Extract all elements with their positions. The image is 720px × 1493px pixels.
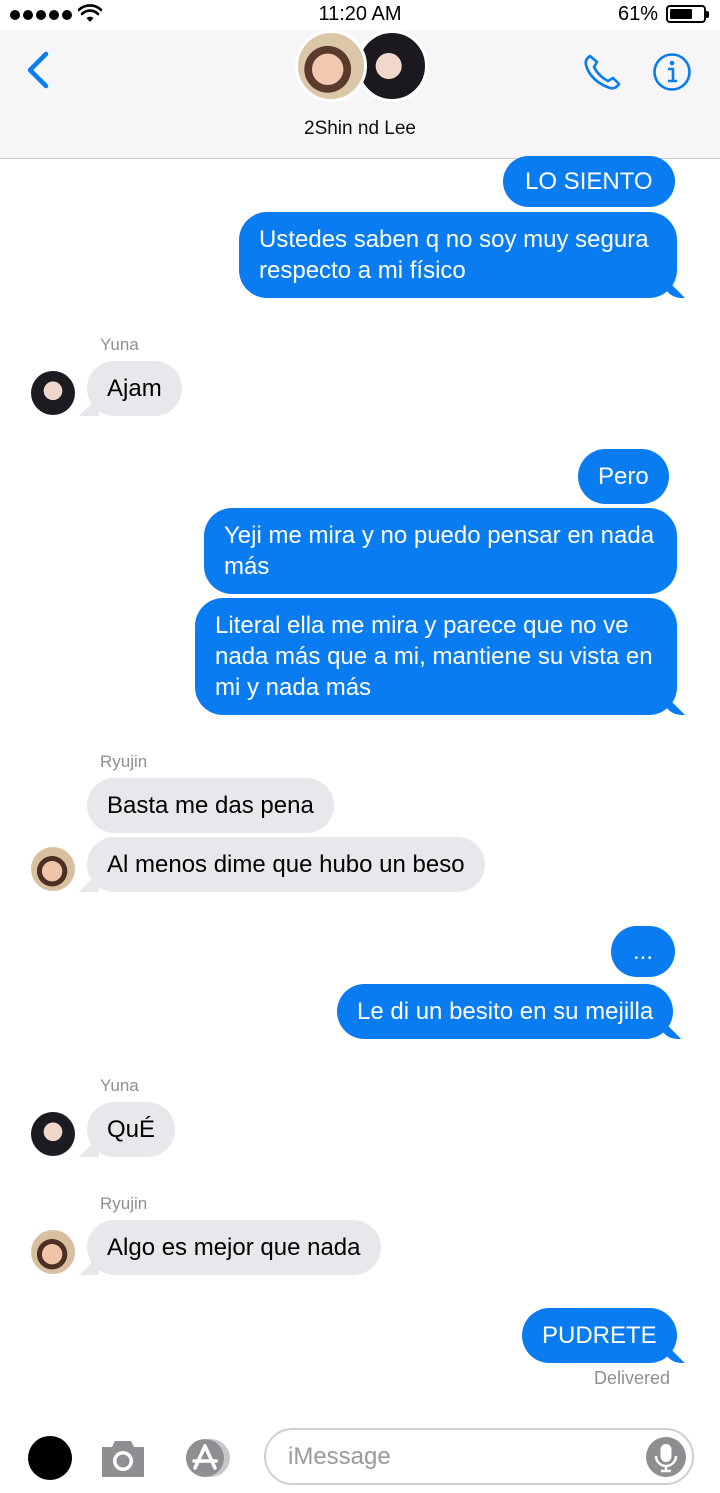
message-bubble-received[interactable]: Algo es mejor que nada: [87, 1220, 381, 1275]
sender-name: Yuna: [100, 335, 139, 354]
phone-icon[interactable]: [582, 52, 624, 92]
mic-icon[interactable]: [646, 1437, 686, 1477]
appstore-icon[interactable]: [180, 1437, 236, 1479]
message-bubble-received[interactable]: QuÉ: [87, 1102, 176, 1157]
info-icon[interactable]: [652, 52, 692, 92]
status-time: 11:20 AM: [318, 3, 402, 25]
message-bubble-sent[interactable]: Le di un besito en su mejilla: [337, 984, 674, 1039]
battery-icon: [666, 5, 709, 23]
message-bubble-received[interactable]: Ajam: [87, 361, 182, 416]
back-chevron-icon[interactable]: [24, 50, 52, 90]
message-input-container[interactable]: [264, 1428, 694, 1485]
message-bubble-sent[interactable]: Ustedes saben q no soy muy segura respec…: [239, 212, 677, 298]
message-bubble-sent[interactable]: ...: [611, 926, 676, 977]
message-bubble-sent[interactable]: Yeji me mira y no puedo pensar en nada m…: [204, 508, 677, 594]
avatar-yuna[interactable]: [31, 371, 75, 415]
group-name[interactable]: 2Shin nd Lee: [0, 118, 720, 140]
sender-name: Ryujin: [100, 752, 148, 771]
message-bubble-received[interactable]: Basta me das pena: [87, 778, 334, 833]
message-bubble-received[interactable]: Al menos dime que hubo un beso: [87, 837, 485, 892]
delivery-status: Delivered: [593, 1368, 670, 1388]
message-bubble-sent[interactable]: PUDRETE: [522, 1308, 677, 1363]
avatar-yuna[interactable]: [31, 1112, 75, 1156]
message-input[interactable]: [288, 1440, 628, 1474]
message-bubble-sent[interactable]: LO SIENTO: [503, 156, 675, 207]
avatar-ryujin[interactable]: [31, 1230, 75, 1274]
avatar-ryujin[interactable]: [31, 847, 75, 891]
status-bar: 11:20 AM 61%: [0, 0, 720, 30]
camera-icon[interactable]: [99, 1437, 147, 1479]
digital-touch-button[interactable]: [28, 1436, 72, 1480]
group-avatar-ryujin[interactable]: [295, 30, 367, 102]
conversation-header: 2Shin nd Lee: [0, 30, 720, 159]
sender-name: Ryujin: [100, 1194, 148, 1213]
message-bubble-sent[interactable]: Literal ella me mira y parece que no ve …: [195, 598, 677, 715]
sender-name: Yuna: [100, 1076, 139, 1095]
battery-percent: 61%: [617, 3, 658, 25]
message-bubble-sent[interactable]: Pero: [578, 449, 669, 504]
